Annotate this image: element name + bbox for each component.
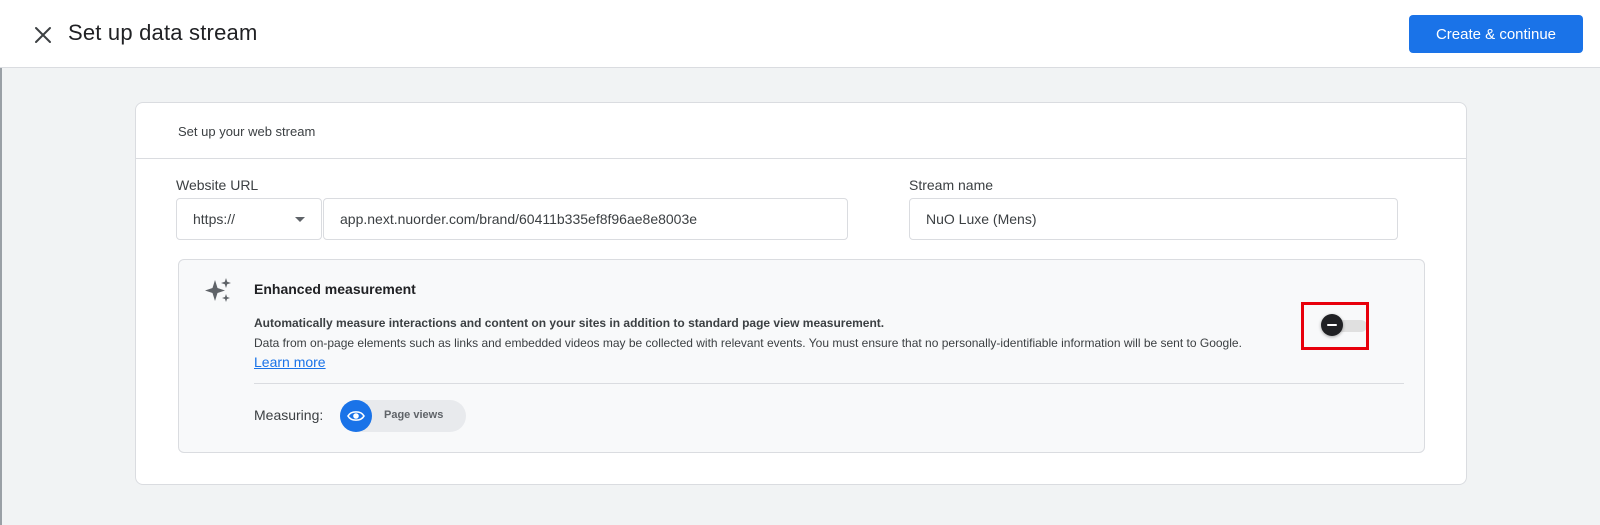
stream-name-input[interactable]: NuO Luxe (Mens) bbox=[909, 198, 1398, 240]
window-edge bbox=[0, 0, 2, 525]
create-continue-button[interactable]: Create & continue bbox=[1409, 15, 1583, 53]
stream-name-label: Stream name bbox=[909, 177, 994, 193]
protocol-value: https:// bbox=[193, 211, 236, 227]
stream-name-value: NuO Luxe (Mens) bbox=[926, 211, 1037, 227]
measuring-label: Measuring: bbox=[254, 407, 324, 423]
page-title: Set up data stream bbox=[68, 20, 258, 45]
highlight-annotation bbox=[1301, 302, 1369, 350]
panel-divider bbox=[254, 383, 1404, 384]
card-title: Set up your web stream bbox=[178, 124, 316, 139]
enhanced-measurement-note: Data from on-page elements such as links… bbox=[254, 336, 1242, 350]
enhanced-measurement-panel: Enhanced measurement Automatically measu… bbox=[178, 259, 1425, 453]
website-url-value: app.next.nuorder.com/brand/60411b335ef8f… bbox=[340, 211, 698, 227]
card-header: Set up your web stream bbox=[136, 103, 1466, 159]
sparkle-icon bbox=[205, 278, 231, 302]
close-button[interactable] bbox=[30, 22, 56, 48]
enhanced-measurement-title: Enhanced measurement bbox=[254, 281, 416, 297]
chevron-down-icon bbox=[295, 216, 305, 222]
page-header: Set up data stream Create & continue bbox=[0, 0, 1600, 68]
page-views-chip[interactable]: Page views bbox=[340, 400, 466, 432]
eye-icon bbox=[340, 400, 372, 432]
protocol-select[interactable]: https:// bbox=[176, 198, 322, 240]
close-icon bbox=[35, 27, 51, 43]
website-url-label: Website URL bbox=[176, 177, 259, 193]
website-url-input[interactable]: app.next.nuorder.com/brand/60411b335ef8f… bbox=[323, 198, 848, 240]
web-stream-card: Set up your web stream Website URL https… bbox=[135, 102, 1467, 485]
enhanced-measurement-description: Automatically measure interactions and c… bbox=[254, 316, 885, 330]
page-views-label: Page views bbox=[384, 409, 444, 421]
learn-more-link[interactable]: Learn more bbox=[254, 354, 326, 370]
